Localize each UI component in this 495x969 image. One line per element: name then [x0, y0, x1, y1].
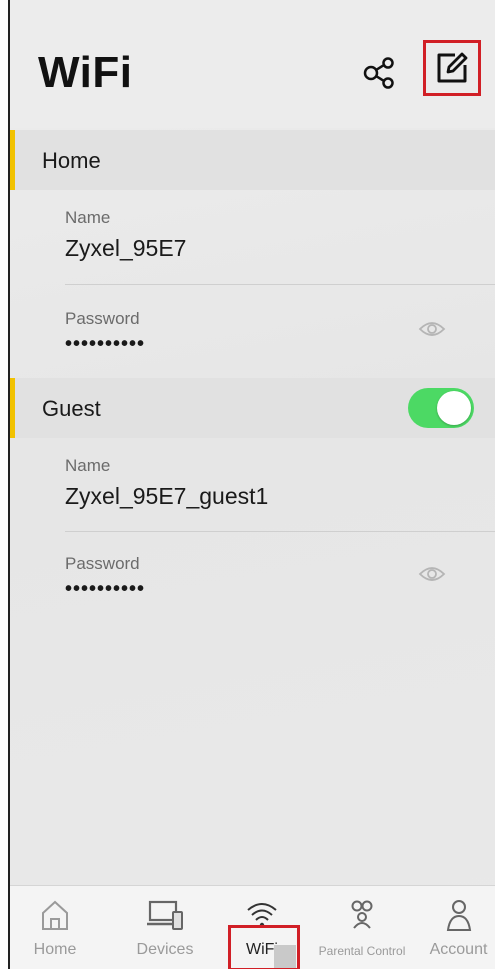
guest-password-label: Password: [65, 554, 140, 573]
tab-devices-label: Devices: [136, 941, 194, 958]
home-name-label: Name: [65, 208, 111, 227]
tab-home-label: Home: [33, 941, 77, 958]
app-header: WiFi: [10, 0, 495, 128]
eye-icon[interactable]: [418, 319, 446, 339]
home-section-header: Home: [10, 130, 495, 190]
guest-wifi-toggle[interactable]: [408, 388, 474, 428]
guest-section-label: Guest: [42, 396, 101, 421]
guest-name-field[interactable]: Name Zyxel_95E7_guest1: [10, 438, 495, 531]
tab-parental-control-label: Parental Control: [318, 944, 406, 958]
home-password-value: ••••••••••: [65, 333, 146, 355]
tab-home[interactable]: Home: [10, 886, 100, 969]
tab-account-label: Account: [429, 941, 488, 958]
wifi-screen: WiFi Home Name Zyxel_95E7 Password •••••…: [8, 0, 495, 969]
devices-icon: [147, 900, 183, 930]
toggle-knob: [437, 391, 471, 425]
edit-icon: [437, 52, 468, 83]
parental-control-icon: [351, 900, 373, 929]
share-icon: [363, 57, 394, 89]
share-button[interactable]: [362, 55, 396, 89]
section-accent-bar: [10, 130, 15, 190]
tab-account[interactable]: Account: [420, 886, 495, 969]
tab-parental-control[interactable]: Parental Control: [302, 886, 422, 969]
home-password-field[interactable]: Password ••••••••••: [10, 285, 495, 378]
page-title: WiFi: [38, 48, 133, 97]
guest-name-label: Name: [65, 456, 111, 475]
home-icon: [42, 900, 68, 930]
section-accent-bar: [10, 378, 15, 438]
guest-password-field[interactable]: Password ••••••••••: [10, 532, 495, 622]
home-password-label: Password: [65, 309, 140, 328]
edit-button[interactable]: [423, 40, 481, 96]
guest-password-value: ••••••••••: [65, 578, 146, 600]
home-name-value: Zyxel_95E7: [65, 235, 187, 261]
guest-name-value: Zyxel_95E7_guest1: [65, 483, 269, 509]
home-name-field[interactable]: Name Zyxel_95E7: [10, 190, 495, 285]
account-icon: [446, 900, 471, 931]
tab-devices[interactable]: Devices: [110, 886, 220, 969]
eye-icon[interactable]: [418, 564, 446, 584]
wifi-tab-annotation-frame: [228, 925, 300, 969]
home-section-label: Home: [42, 148, 101, 173]
